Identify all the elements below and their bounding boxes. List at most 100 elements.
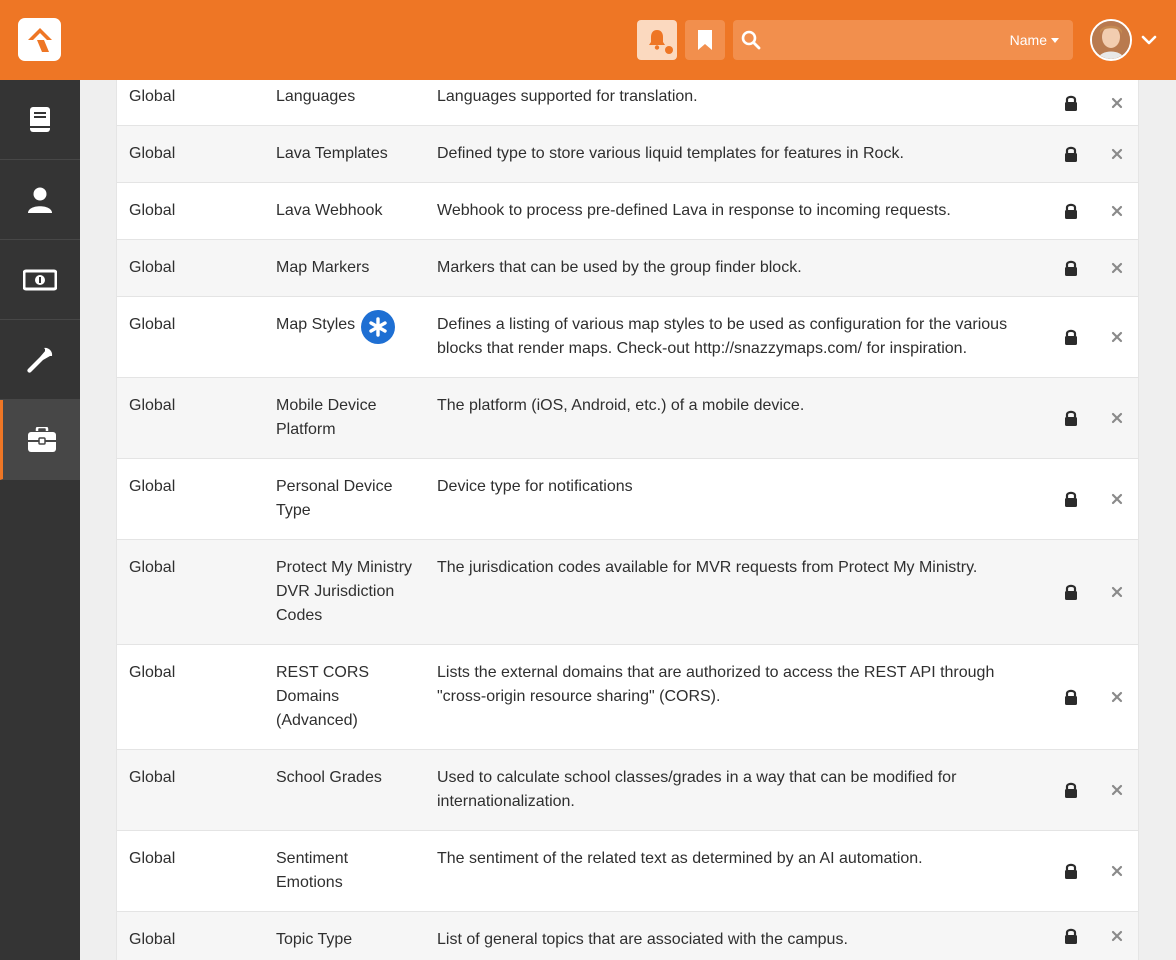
description-cell: The platform (iOS, Android, etc.) of a m… xyxy=(437,397,805,414)
name-cell: REST CORS Domains (Advanced) xyxy=(276,664,370,729)
top-bar: Name xyxy=(0,0,1176,80)
delete-icon[interactable] xyxy=(1105,240,1129,296)
table-row[interactable]: Global Map Styles Defines a listing of v… xyxy=(117,297,1138,378)
table-row[interactable]: Global Topic Type List of general topics… xyxy=(117,912,1138,960)
name-cell: Topic Type xyxy=(276,931,353,948)
search-icon xyxy=(741,30,761,50)
name-cell: School Grades xyxy=(276,769,382,786)
search-bar: Name xyxy=(733,20,1073,60)
name-cell: Lava Templates xyxy=(276,145,388,162)
table-row[interactable]: Global REST CORS Domains (Advanced) List… xyxy=(117,645,1138,750)
search-scope-dropdown[interactable]: Name xyxy=(1010,32,1059,48)
lock-icon xyxy=(1059,645,1083,749)
table-row[interactable]: Global Languages Languages supported for… xyxy=(117,80,1138,126)
sidebar-item-books[interactable] xyxy=(0,80,80,160)
lock-icon xyxy=(1059,183,1083,239)
lock-icon xyxy=(1059,240,1083,296)
delete-icon[interactable] xyxy=(1105,645,1129,749)
chevron-down-icon[interactable] xyxy=(1141,33,1157,47)
name-cell: Map Styles xyxy=(276,316,356,333)
person-icon xyxy=(28,187,52,213)
delete-icon[interactable] xyxy=(1105,183,1129,239)
briefcase-icon xyxy=(27,426,56,452)
description-cell: Used to calculate school classes/grades … xyxy=(437,769,957,810)
lock-icon xyxy=(1059,912,1083,960)
table-row[interactable]: Global School Grades Used to calculate s… xyxy=(117,750,1138,831)
search-scope-label: Name xyxy=(1009,32,1047,48)
description-cell: The sentiment of the related text as det… xyxy=(437,850,923,867)
delete-icon[interactable] xyxy=(1105,750,1129,830)
table-row[interactable]: Global Protect My Ministry DVR Jurisdict… xyxy=(117,540,1138,645)
description-cell: Defines a listing of various map styles … xyxy=(437,316,1008,357)
table-row[interactable]: Global Mobile Device Platform The platfo… xyxy=(117,378,1138,459)
category-cell: Global xyxy=(129,769,176,786)
money-icon xyxy=(23,269,57,290)
category-cell: Global xyxy=(129,202,176,219)
description-cell: Device type for notifications xyxy=(437,478,633,495)
delete-icon[interactable] xyxy=(1105,80,1129,125)
highlight-star-icon xyxy=(361,310,395,344)
sidebar-item-tools[interactable] xyxy=(0,320,80,400)
sidebar-item-admin[interactable] xyxy=(0,400,80,480)
lock-icon xyxy=(1059,297,1083,377)
caret-down-icon xyxy=(1051,37,1059,43)
delete-icon[interactable] xyxy=(1105,912,1129,960)
name-cell: Protect My Ministry DVR Jurisdiction Cod… xyxy=(276,559,413,624)
name-cell: Mobile Device Platform xyxy=(276,397,377,438)
lock-icon xyxy=(1059,831,1083,911)
bell-icon xyxy=(649,30,665,50)
category-cell: Global xyxy=(129,397,176,414)
category-cell: Global xyxy=(129,850,176,867)
name-cell: Languages xyxy=(276,88,356,105)
category-cell: Global xyxy=(129,478,176,495)
sidebar xyxy=(0,80,80,960)
sidebar-item-finance[interactable] xyxy=(0,240,80,320)
table-row[interactable]: Global Lava Webhook Webhook to process p… xyxy=(117,183,1138,240)
avatar[interactable] xyxy=(1090,19,1132,61)
category-cell: Global xyxy=(129,931,176,948)
description-cell: Markers that can be used by the group fi… xyxy=(437,259,802,276)
lock-icon xyxy=(1059,378,1083,458)
category-cell: Global xyxy=(129,88,176,105)
description-cell: Defined type to store various liquid tem… xyxy=(437,145,904,162)
delete-icon[interactable] xyxy=(1105,540,1129,644)
description-cell: List of general topics that are associat… xyxy=(437,931,848,948)
category-cell: Global xyxy=(129,316,176,333)
description-cell: Languages supported for translation. xyxy=(437,88,698,105)
name-cell: Sentiment Emotions xyxy=(276,850,349,891)
category-cell: Global xyxy=(129,145,176,162)
lock-icon xyxy=(1059,540,1083,644)
table-row[interactable]: Global Sentiment Emotions The sentiment … xyxy=(117,831,1138,912)
category-cell: Global xyxy=(129,259,176,276)
lock-icon xyxy=(1059,126,1083,182)
defined-types-table: Global Languages Languages supported for… xyxy=(116,80,1139,960)
notifications-button[interactable] xyxy=(637,20,677,60)
wrench-icon xyxy=(27,347,53,373)
delete-icon[interactable] xyxy=(1105,378,1129,458)
lock-icon xyxy=(1059,459,1083,539)
delete-icon[interactable] xyxy=(1105,459,1129,539)
name-cell: Lava Webhook xyxy=(276,202,383,219)
lock-icon xyxy=(1059,750,1083,830)
search-input[interactable] xyxy=(771,26,991,54)
description-cell: The jurisdication codes available for MV… xyxy=(437,559,978,576)
table-row[interactable]: Global Lava Templates Defined type to st… xyxy=(117,126,1138,183)
book-icon xyxy=(30,106,50,132)
name-cell: Personal Device Type xyxy=(276,478,393,519)
table-row[interactable]: Global Map Markers Markers that can be u… xyxy=(117,240,1138,297)
bookmark-icon xyxy=(698,30,712,50)
description-cell: Webhook to process pre-defined Lava in r… xyxy=(437,202,951,219)
description-cell: Lists the external domains that are auth… xyxy=(437,664,995,705)
rock-logo[interactable] xyxy=(18,18,61,61)
notification-dot xyxy=(665,46,673,54)
category-cell: Global xyxy=(129,664,176,681)
delete-icon[interactable] xyxy=(1105,297,1129,377)
delete-icon[interactable] xyxy=(1105,126,1129,182)
delete-icon[interactable] xyxy=(1105,831,1129,911)
table-row[interactable]: Global Personal Device Type Device type … xyxy=(117,459,1138,540)
user-photo xyxy=(1092,21,1130,59)
category-cell: Global xyxy=(129,559,176,576)
name-cell: Map Markers xyxy=(276,259,370,276)
sidebar-item-people[interactable] xyxy=(0,160,80,240)
bookmarks-button[interactable] xyxy=(685,20,725,60)
